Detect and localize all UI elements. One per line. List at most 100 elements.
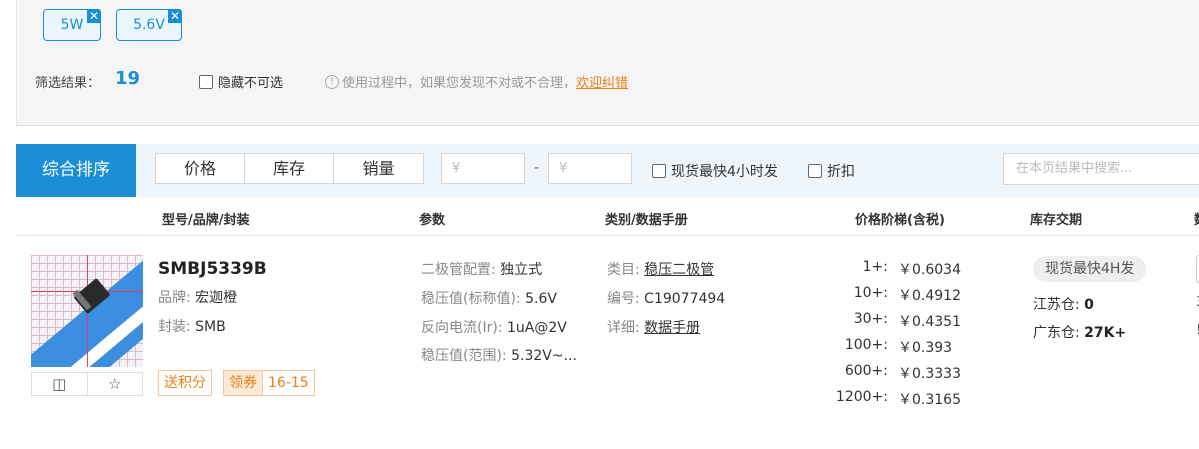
sort-default-tab[interactable]: 综合排序 — [16, 144, 136, 197]
param-value: 5.6V — [525, 291, 557, 307]
filter-tag-label: 5.6V — [133, 17, 165, 33]
package-value: SMB — [195, 319, 226, 335]
product-package: 封装: SMB — [158, 316, 226, 336]
warehouse-jiangsu: 江苏仓: 0 — [1033, 294, 1094, 314]
param-item: 二极管配置: 独立式 — [421, 259, 542, 279]
result-label: 筛选结果： — [35, 76, 101, 91]
sort-bar: 综合排序 价格 库存 销量 ¥ - ¥ 现货最快4小时发 折扣 在本页结果中搜索… — [16, 144, 1199, 197]
page-search-input[interactable]: 在本页结果中搜索... — [1003, 153, 1199, 185]
category-item: 类目: 稳压二极管 — [607, 259, 714, 279]
table-row: ◫ ☆ SMBJ5339B 品牌: 宏迦橙 封装: SMB 送积分 领券 16-… — [16, 237, 1199, 449]
checkbox-icon[interactable] — [808, 164, 822, 178]
range-dash: - — [534, 160, 540, 176]
param-key: 反向电流(Ir): — [421, 320, 503, 336]
feedback-notice: ! 使用过程中，如果您发现不对或不合理， 欢迎纠错 — [325, 72, 628, 91]
close-icon[interactable]: ✕ — [168, 9, 182, 23]
fast-ship-badge: 现货最快4H发 — [1033, 256, 1147, 282]
price-value: ￥0.3333 — [898, 366, 961, 382]
warehouse-guangdong: 广东仓: 27K+ — [1033, 322, 1126, 342]
param-item: 稳压值(标称值): 5.6V — [421, 288, 557, 308]
price-value: ￥0.393 — [898, 340, 953, 356]
hide-unavailable-label: 隐藏不可选 — [218, 76, 284, 91]
feedback-link[interactable]: 欢迎纠错 — [576, 72, 628, 91]
price-tier: 600+: ￥0.3333 — [828, 363, 961, 389]
category-label: 类目: — [607, 262, 640, 278]
hide-unavailable-checkbox[interactable]: 隐藏不可选 — [199, 72, 283, 91]
checkbox-icon[interactable] — [652, 164, 666, 178]
price-tier: 1200+: ￥0.3165 — [828, 389, 961, 415]
code-item: 编号: C19077494 — [607, 288, 725, 308]
price-qty: 600+: — [844, 363, 888, 379]
filter-tag-5w[interactable]: 5W ✕ — [43, 9, 101, 41]
fast-ship-checkbox[interactable]: 现货最快4小时发 — [652, 161, 778, 181]
price-tier: 10+: ￥0.4912 — [828, 285, 961, 311]
warehouse-label: 江苏仓: — [1033, 297, 1080, 313]
price-qty: 10+: — [853, 285, 888, 301]
sort-price-button[interactable]: 价格 — [156, 154, 245, 183]
package-label: 封装: — [158, 319, 191, 335]
param-value: 1uA@2V — [506, 320, 567, 336]
filter-tag-label: 5W — [60, 17, 84, 33]
datasheet-link[interactable]: 数据手册 — [644, 320, 700, 336]
filter-tag-5-6v[interactable]: 5.6V ✕ — [116, 9, 182, 41]
price-ladder: 1+: ￥0.6034 10+: ￥0.4912 30+: ￥0.4351 10… — [828, 259, 961, 415]
warehouse-qty: 27K+ — [1084, 325, 1127, 341]
close-icon[interactable]: ✕ — [87, 9, 101, 23]
price-max-input[interactable]: ¥ — [548, 153, 632, 184]
coupon-value: 16-15 — [268, 375, 309, 391]
header-next: 数 — [1194, 209, 1199, 228]
param-item: 稳压值(范围): 5.32V~... — [421, 345, 577, 365]
price-value: ￥0.6034 — [898, 262, 961, 278]
header-params: 参数 — [419, 213, 446, 228]
code-value: C19077494 — [644, 291, 726, 307]
info-icon: ! — [325, 74, 339, 89]
brand-label: 品牌: — [158, 290, 191, 306]
datasheet-item: 详细: 数据手册 — [607, 317, 700, 337]
price-qty: 1200+: — [835, 389, 888, 405]
product-model[interactable]: SMBJ5339B — [158, 259, 267, 279]
code-label: 编号: — [607, 291, 640, 307]
table-header: 型号/品牌/封装 参数 类别/数据手册 价格阶梯(含税) 库存交期 数 — [16, 197, 1199, 236]
price-tier: 1+: ￥0.6034 — [828, 259, 961, 285]
price-min-input[interactable]: ¥ — [441, 153, 525, 184]
header-stock: 库存交期 — [1030, 213, 1083, 228]
warehouse-label: 广东仓: — [1033, 325, 1080, 341]
price-value: ￥0.4912 — [898, 288, 961, 304]
compare-icon[interactable]: ◫ — [32, 373, 88, 395]
header-category: 类别/数据手册 — [605, 213, 688, 228]
coupon-badge[interactable]: 领券 16-15 — [223, 370, 315, 396]
discount-checkbox[interactable]: 折扣 — [808, 161, 855, 181]
price-tier: 100+: ￥0.393 — [828, 337, 958, 363]
brand-value[interactable]: 宏迦橙 — [195, 290, 237, 306]
coupon-label[interactable]: 领券 — [224, 371, 263, 395]
sort-stock-button[interactable]: 库存 — [245, 154, 334, 183]
notice-text: 使用过程中，如果您发现不对或不合理， — [342, 76, 577, 91]
price-value: ￥0.4351 — [898, 314, 961, 330]
warehouse-qty: 0 — [1084, 297, 1094, 313]
points-badge: 送积分 — [158, 370, 212, 396]
price-tier: 30+: ￥0.4351 — [828, 311, 961, 337]
filter-area: 5W ✕ 5.6V ✕ 筛选结果： 19 隐藏不可选 ! 使用过程中，如果您发现… — [16, 0, 1199, 126]
header-model: 型号/品牌/封装 — [162, 213, 250, 228]
param-key: 稳压值(范围): — [421, 348, 507, 364]
param-key: 稳压值(标称值): — [421, 291, 521, 307]
product-image[interactable] — [31, 255, 143, 367]
fast-ship-label: 现货最快4小时发 — [671, 164, 778, 180]
checkbox-icon[interactable] — [199, 74, 213, 89]
param-value: 独立式 — [500, 262, 543, 278]
price-value: ￥0.3165 — [898, 392, 961, 408]
discount-label: 折扣 — [827, 164, 855, 180]
product-brand: 品牌: 宏迦橙 — [158, 287, 237, 307]
param-value: 5.32V~... — [511, 348, 577, 364]
points-label: 送积分 — [164, 375, 206, 391]
param-key: 二极管配置: — [421, 262, 496, 278]
category-link[interactable]: 稳压二极管 — [644, 262, 714, 278]
price-qty: 30+: — [853, 311, 888, 327]
result-count: 19 — [115, 68, 141, 89]
image-tools: ◫ ☆ — [31, 372, 143, 396]
header-price: 价格阶梯(含税) — [855, 213, 945, 228]
star-icon[interactable]: ☆ — [88, 373, 143, 395]
sort-sales-button[interactable]: 销量 — [334, 154, 423, 183]
param-item: 反向电流(Ir): 1uA@2V — [421, 317, 567, 337]
price-qty: 100+: — [844, 337, 888, 353]
